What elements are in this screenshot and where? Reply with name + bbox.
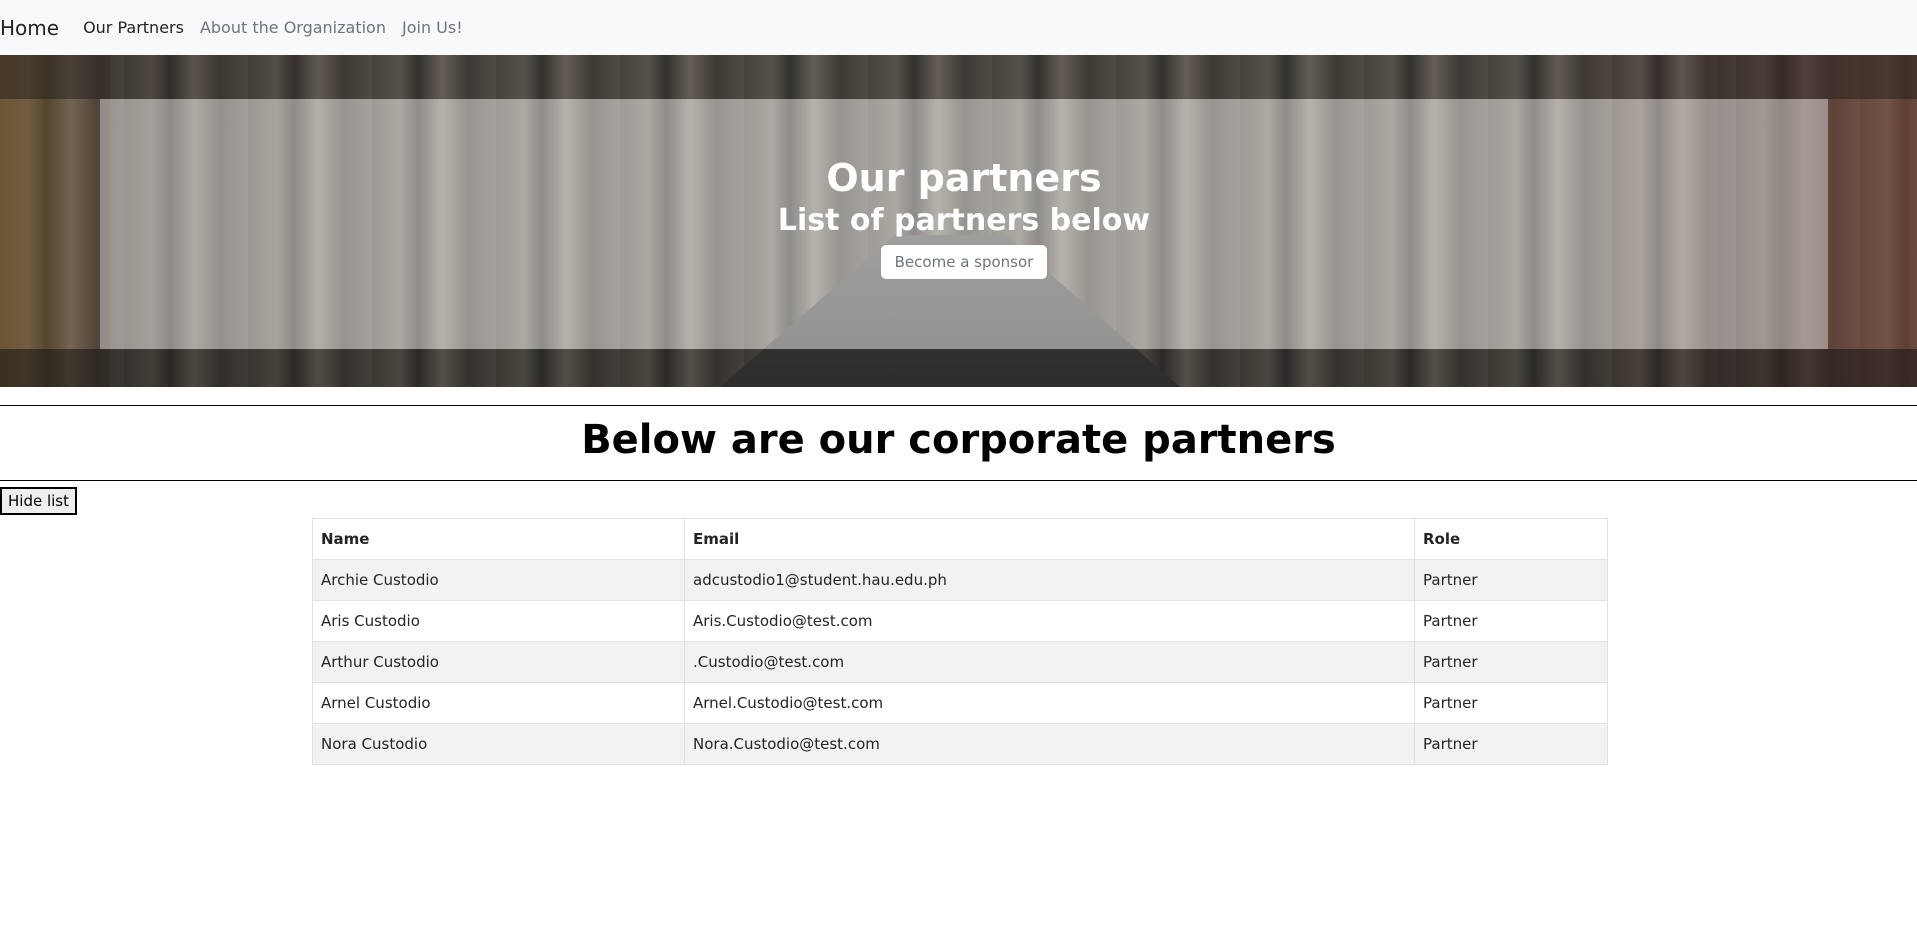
table-row: Arnel Custodio Arnel.Custodio@test.com P… (312, 682, 1608, 724)
cell-email: adcustodio1@student.hau.edu.ph (684, 559, 1415, 601)
cell-role: Partner (1414, 723, 1608, 765)
cell-email: Aris.Custodio@test.com (684, 600, 1415, 642)
table-row: Aris Custodio Aris.Custodio@test.com Par… (312, 600, 1608, 642)
table-row: Archie Custodio adcustodio1@student.hau.… (312, 559, 1608, 601)
cell-role: Partner (1414, 641, 1608, 683)
cell-name: Nora Custodio (312, 723, 685, 765)
hero-subtitle: List of partners below (777, 203, 1151, 238)
table-header-row: Name Email Role (312, 518, 1608, 560)
cell-name: Aris Custodio (312, 600, 685, 642)
hero-jumbotron: Our partners List of partners below Beco… (100, 99, 1828, 349)
cell-role: Partner (1414, 600, 1608, 642)
cell-email: Nora.Custodio@test.com (684, 723, 1415, 765)
table-row: Arthur Custodio .Custodio@test.com Partn… (312, 641, 1608, 683)
cell-email: .Custodio@test.com (684, 641, 1415, 683)
column-header-name: Name (312, 518, 685, 560)
cell-email: Arnel.Custodio@test.com (684, 682, 1415, 724)
section-title: Below are our corporate partners (581, 417, 1336, 463)
cell-name: Arnel Custodio (312, 682, 685, 724)
hero-background-left (0, 55, 110, 387)
hero-banner: Our partners List of partners below Beco… (0, 55, 1917, 387)
partners-table-container: Name Email Role Archie Custodio adcustod… (312, 518, 1608, 765)
partners-table: Name Email Role Archie Custodio adcustod… (312, 518, 1608, 765)
column-header-role: Role (1414, 518, 1608, 560)
hero-background-top (0, 55, 1917, 99)
table-row: Nora Custodio Nora.Custodio@test.com Par… (312, 723, 1608, 765)
column-header-email: Email (684, 518, 1415, 560)
home-link[interactable]: Home (0, 16, 59, 40)
cell-role: Partner (1414, 559, 1608, 601)
hero-title: Our partners (826, 156, 1102, 200)
divider-bottom (0, 480, 1917, 481)
cell-name: Archie Custodio (312, 559, 685, 601)
nav-link-our-partners[interactable]: Our Partners (83, 18, 184, 37)
hero-background-bottom (0, 349, 1917, 387)
nav-link-join-us[interactable]: Join Us! (402, 18, 463, 37)
nav-link-about[interactable]: About the Organization (200, 18, 386, 37)
become-sponsor-button[interactable]: Become a sponsor (880, 245, 1048, 279)
divider-top (0, 405, 1917, 406)
cell-name: Arthur Custodio (312, 641, 685, 683)
cell-role: Partner (1414, 682, 1608, 724)
top-navbar: Home Our Partners About the Organization… (0, 0, 1917, 55)
hide-list-button[interactable]: Hide list (0, 487, 77, 515)
